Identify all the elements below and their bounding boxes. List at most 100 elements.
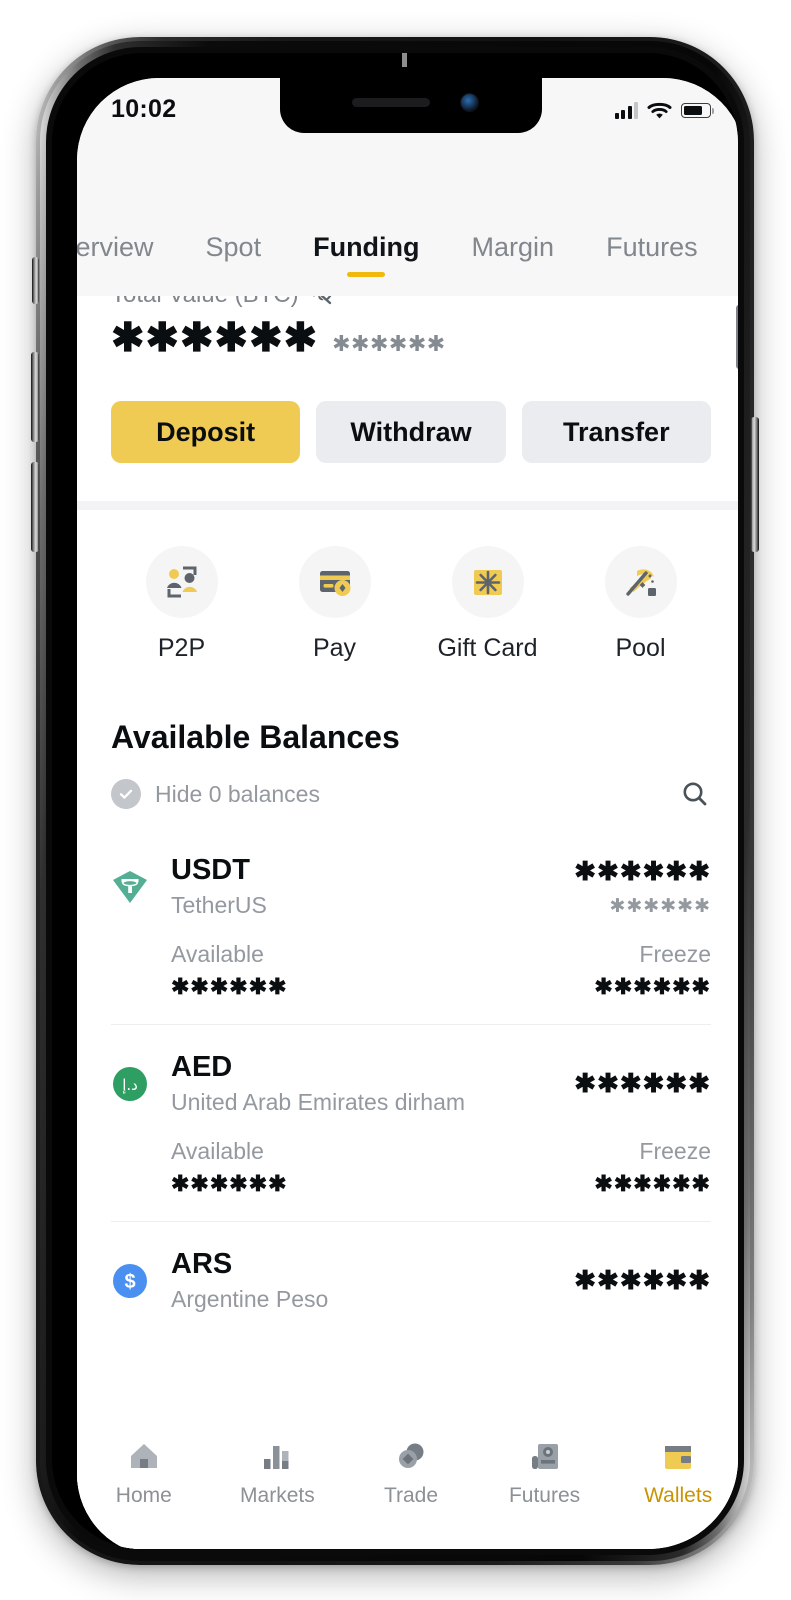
nav-item-home[interactable]: Home bbox=[77, 1437, 211, 1508]
status-bar-indicators bbox=[614, 91, 715, 120]
coin-amount: ✱✱✱✱✱✱ bbox=[574, 1068, 711, 1098]
p2p-icon-circle bbox=[145, 546, 218, 618]
hide-balances-row: Hide 0 balances bbox=[77, 756, 738, 810]
table-row[interactable]: $ ARS Argentine Peso ✱✱✱✱✱✱ bbox=[111, 1222, 711, 1337]
nav-item-futures[interactable]: Futures bbox=[478, 1437, 612, 1508]
power-button[interactable] bbox=[751, 417, 759, 552]
hide-balances-label: Hide 0 balances bbox=[155, 780, 320, 807]
nav-item-home-label: Home bbox=[115, 1484, 172, 1507]
coin-available-label: Available bbox=[171, 1138, 264, 1164]
coin-amounts: ✱✱✱✱✱✱ bbox=[574, 1068, 711, 1099]
phone-notch bbox=[280, 78, 542, 133]
funding-content-card: Total Value (BTC) ✱✱✱✱✱✱ ✱✱✱✱✱✱ bbox=[77, 241, 738, 1549]
coin-detail-row: Available ✱✱✱✱✱✱ Freeze ✱✱✱✱✱✱ bbox=[111, 1138, 711, 1197]
coin-symbol: USDT bbox=[171, 854, 250, 886]
futures-icon bbox=[531, 1444, 558, 1469]
withdraw-button[interactable]: Withdraw bbox=[316, 401, 506, 463]
coin-detail-row: Available ✱✱✱✱✱✱ Freeze ✱✱✱✱✱✱ bbox=[111, 941, 711, 1000]
coin-symbol: ARS bbox=[171, 1248, 233, 1280]
tab-futures-label: Futures bbox=[606, 231, 698, 262]
pickaxe-mining-icon bbox=[625, 569, 656, 596]
pay-card-icon bbox=[319, 571, 350, 596]
quick-action-pay[interactable]: Pay bbox=[258, 546, 411, 663]
silent-switch-button[interactable] bbox=[32, 257, 39, 304]
tab-margin[interactable]: Margin bbox=[472, 232, 555, 277]
trade-icon bbox=[398, 1443, 424, 1468]
coin-fullname: Argentine Peso bbox=[171, 1286, 329, 1312]
wallet-action-buttons: Deposit Withdraw Transfer bbox=[111, 401, 711, 463]
tab-funding[interactable]: Funding bbox=[313, 231, 420, 277]
quick-action-gift-card[interactable]: Gift Card bbox=[411, 546, 564, 663]
coin-amount: ✱✱✱✱✱✱ bbox=[574, 855, 711, 886]
tab-overview-label: Overview bbox=[77, 231, 154, 262]
coin-row-header: د.إ AED United Arab Emirates dirham ✱✱✱✱… bbox=[111, 1051, 711, 1116]
pool-icon-circle bbox=[604, 546, 677, 618]
nav-item-wallets-label: Wallets bbox=[644, 1484, 713, 1507]
total-value-row: ✱✱✱✱✱✱ ✱✱✱✱✱✱ bbox=[111, 315, 711, 361]
coin-freeze-label: Freeze bbox=[639, 941, 711, 967]
coin-fullname: TetherUS bbox=[171, 892, 267, 918]
wallet-tab-list: Overview Spot Funding Margin bbox=[77, 208, 709, 277]
nav-item-trade-label: Trade bbox=[383, 1484, 439, 1507]
total-value-fiat: ✱✱✱✱✱✱ bbox=[332, 331, 446, 356]
tether-icon bbox=[113, 870, 147, 903]
coin-amount-fiat: ✱✱✱✱✱✱ bbox=[609, 895, 711, 917]
status-bar-time: 10:02 bbox=[111, 95, 177, 123]
nav-item-markets[interactable]: Markets bbox=[211, 1437, 345, 1508]
nav-item-wallets[interactable]: Wallets bbox=[611, 1437, 738, 1508]
volume-down-button[interactable] bbox=[31, 462, 39, 552]
available-balances-title: Available Balances bbox=[111, 719, 400, 755]
signal-bars-icon bbox=[614, 101, 638, 119]
coin-freeze-column: Freeze ✱✱✱✱✱✱ bbox=[594, 941, 711, 1000]
quick-action-pool[interactable]: Pool bbox=[564, 546, 717, 663]
front-camera-icon bbox=[460, 93, 479, 112]
markets-bars-icon bbox=[264, 1446, 289, 1469]
coin-available-label: Available bbox=[171, 941, 264, 967]
quick-action-p2p[interactable]: P2P bbox=[105, 546, 258, 663]
hide-balances-control[interactable]: Hide 0 balances bbox=[111, 779, 320, 809]
pay-icon-circle bbox=[298, 546, 371, 618]
phone-bezel: Overview Spot Funding Margin bbox=[52, 53, 738, 1549]
hide-balances-checkbox[interactable] bbox=[111, 779, 141, 809]
transfer-button[interactable]: Transfer bbox=[521, 401, 711, 463]
section-divider bbox=[77, 501, 738, 510]
coin-row-header: $ ARS Argentine Peso ✱✱✱✱✱✱ bbox=[111, 1248, 711, 1313]
wifi-icon bbox=[647, 102, 672, 119]
p2p-icon bbox=[166, 566, 197, 598]
ars-currency-icon: $ bbox=[113, 1263, 147, 1298]
scrollbar-thumb[interactable] bbox=[736, 305, 738, 369]
tab-futures[interactable]: Futures bbox=[606, 232, 698, 277]
coin-names: AED United Arab Emirates dirham bbox=[171, 1051, 574, 1116]
gift-card-icon-circle bbox=[451, 546, 524, 618]
nav-item-markets-label: Markets bbox=[240, 1484, 315, 1507]
tab-active-underline bbox=[347, 271, 386, 277]
coin-available-column: Available ✱✱✱✱✱✱ bbox=[171, 1138, 288, 1197]
coin-names: ARS Argentine Peso bbox=[171, 1248, 574, 1313]
nav-item-futures-label: Futures bbox=[508, 1484, 581, 1507]
search-icon[interactable] bbox=[679, 778, 711, 810]
total-value-amount: ✱✱✱✱✱✱ bbox=[111, 316, 319, 360]
deposit-button[interactable]: Deposit bbox=[111, 401, 301, 463]
tab-overview[interactable]: Overview bbox=[77, 232, 154, 277]
quick-action-pool-label: Pool bbox=[615, 634, 666, 662]
svg-text:$: $ bbox=[124, 1271, 135, 1293]
bottom-navigation-bar: Home Markets Trade Futures Wallets bbox=[77, 1419, 738, 1549]
wallet-tab-bar: Overview Spot Funding Margin bbox=[77, 188, 738, 296]
app-body: Overview Spot Funding Margin bbox=[77, 133, 738, 1549]
tab-funding-label: Funding bbox=[313, 231, 420, 262]
quick-action-gift-card-label: Gift Card bbox=[437, 634, 538, 662]
antenna-line-top bbox=[402, 53, 407, 67]
phone-screen: Overview Spot Funding Margin bbox=[77, 78, 738, 1549]
tab-spot-label: Spot bbox=[205, 231, 262, 262]
coin-available-value: ✱✱✱✱✱✱ bbox=[171, 974, 288, 999]
nav-item-trade[interactable]: Trade bbox=[344, 1437, 478, 1508]
coin-freeze-label: Freeze bbox=[639, 1138, 711, 1164]
table-row[interactable]: د.إ AED United Arab Emirates dirham ✱✱✱✱… bbox=[111, 1025, 711, 1222]
coin-amounts: ✱✱✱✱✱✱ bbox=[574, 1265, 711, 1296]
svg-text:د.إ: د.إ bbox=[122, 1076, 138, 1094]
battery-icon bbox=[681, 103, 715, 118]
coin-freeze-column: Freeze ✱✱✱✱✱✱ bbox=[594, 1138, 711, 1197]
table-row[interactable]: USDT TetherUS ✱✱✱✱✱✱ ✱✱✱✱✱✱ Available ✱✱… bbox=[111, 828, 711, 1025]
volume-up-button[interactable] bbox=[31, 352, 39, 442]
tab-spot[interactable]: Spot bbox=[206, 232, 262, 277]
